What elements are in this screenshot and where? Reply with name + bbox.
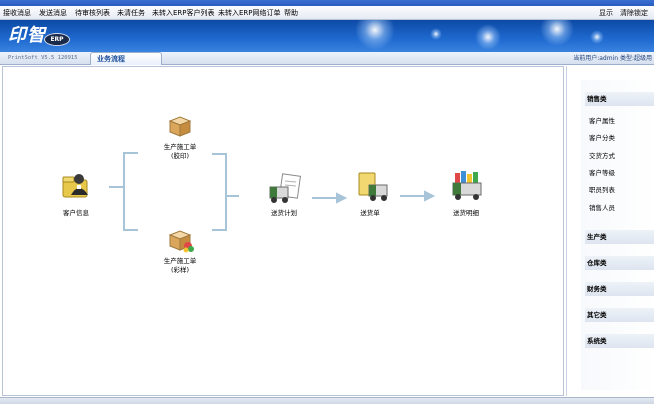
app-banner: 印智 ERP [0,20,654,52]
menu-clear-lock[interactable]: 清除锁定 [620,8,648,18]
delivery-note-node[interactable] [355,171,389,205]
truck-loaded-icon [452,171,482,200]
version-label: PrintSoft V5.5 120915 [8,55,78,61]
sales-item-staff-list[interactable]: 职员列表 [589,185,615,195]
delivery-plan-label: 送货计划 [271,209,297,217]
menu-bar: 接收消息 发送消息 待审核列表 未清任务 未转入ERP客户列表 未转入ERP网络… [0,6,654,20]
delivery-detail-node[interactable] [449,169,483,205]
work-order-digital-label: 生产施工单 [163,257,197,265]
business-flow-canvas: 客户信息 生产施工单 (胶印) 生产施工单 (彩样) 送货计划 送货单 送货明细 [2,66,564,396]
menu-open-tasks[interactable]: 未清任务 [117,8,145,18]
customer-info-label: 客户信息 [63,209,89,217]
menu-pending-review-list[interactable]: 待审核列表 [75,8,110,18]
branch-connector-left [109,152,138,231]
arrow-head-icon [424,190,436,202]
category-header-production[interactable]: 生产类 [585,230,654,244]
truck-document-icon [269,173,302,203]
category-header-finance[interactable]: 财务类 [585,282,654,296]
category-header-warehouse[interactable]: 仓库类 [585,256,654,270]
menu-erp-customer-list[interactable]: 未转入ERP客户列表 [152,8,215,18]
sales-item-customer-category[interactable]: 客户分类 [589,133,615,143]
work-order-digital-node[interactable] [168,229,194,255]
menu-erp-web-orders[interactable]: 未转入ERP网络订单 [218,8,281,18]
work-order-digital-type: (彩样) [170,266,190,274]
truck-folder-icon [358,172,388,201]
sales-item-salespeople[interactable]: 销售人员 [589,203,615,213]
menu-display[interactable]: 显示 [599,8,613,18]
sales-item-customer-attributes[interactable]: 客户属性 [589,116,615,126]
category-header-sales[interactable]: 销售类 [585,92,654,106]
banner-sparkle [430,28,442,40]
category-panel: 销售类 客户属性 客户分类 交货方式 客户等级 职员列表 销售人员 生产类 仓库… [566,66,654,396]
customer-info-node[interactable] [61,171,91,201]
box-icon [168,116,192,137]
menu-send-messages[interactable]: 发送消息 [39,8,67,18]
sales-item-delivery-method[interactable]: 交货方式 [589,151,615,161]
category-header-system[interactable]: 系统类 [585,334,654,348]
branch-connector-right [212,153,239,231]
customer-folder-icon [62,174,88,198]
banner-sparkle [355,20,395,50]
current-user-info: 当前用户:admin 类型:超级用 [573,55,652,62]
work-order-print-label: 生产施工单 [163,143,197,151]
category-header-other[interactable]: 其它类 [585,308,654,322]
erp-badge: ERP [44,33,70,46]
delivery-plan-node[interactable] [267,173,303,207]
tab-strip: PrintSoft V5.5 120915 业务流程 当前用户:admin 类型… [0,52,654,65]
arrow-head-icon [336,192,348,204]
tab-business-flow[interactable]: 业务流程 [90,52,162,65]
work-order-print-node[interactable] [168,115,192,139]
banner-sparkle [475,24,501,50]
flow-connectors [109,152,436,231]
box-color-icon [168,230,194,253]
status-bar [0,397,654,404]
menu-help[interactable]: 帮助 [284,8,298,18]
work-order-print-type: (胶印) [170,152,190,160]
sales-item-customer-level[interactable]: 客户等级 [589,168,615,178]
menu-receive-messages[interactable]: 接收消息 [3,8,31,18]
app-logo: 印智 [8,25,46,46]
delivery-note-label: 送货单 [360,209,380,217]
banner-sparkle [540,20,574,46]
banner-sparkle [590,30,604,44]
delivery-detail-label: 送货明细 [453,209,479,217]
